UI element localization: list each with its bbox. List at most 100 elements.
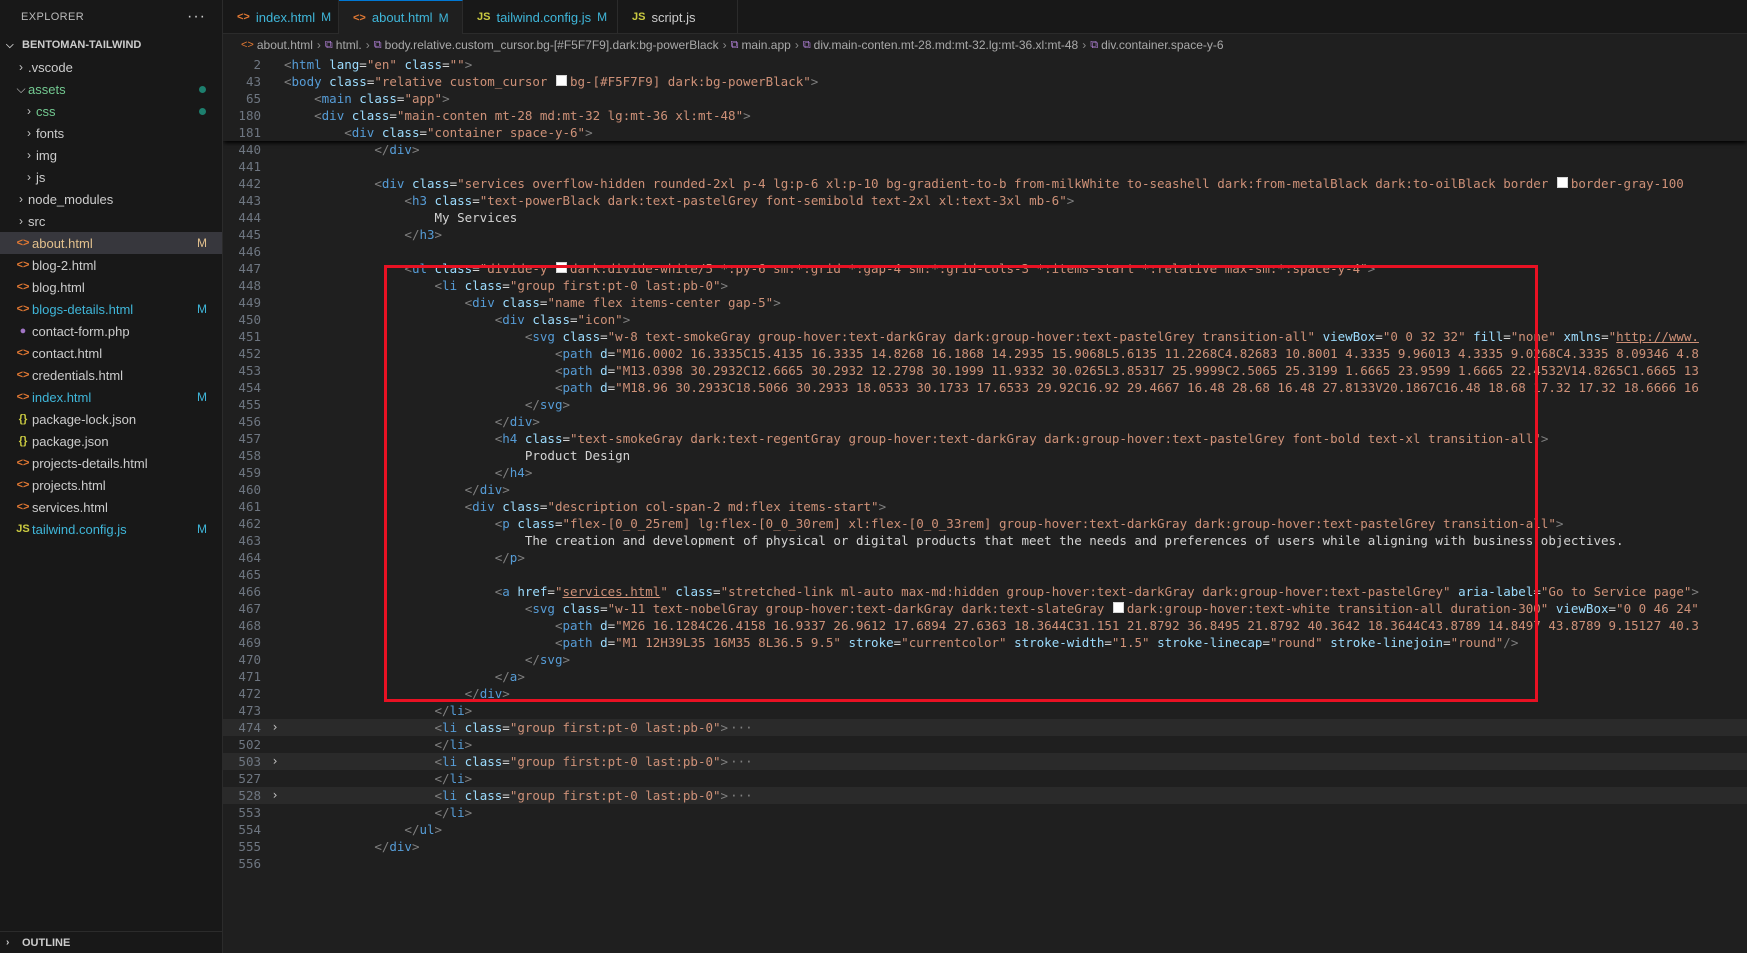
file-tree-item[interactable]: <> credentials.html — [0, 364, 222, 386]
code-line[interactable]: 447 <ul class="divide-y dark:divide-whit… — [223, 260, 1747, 277]
code-line[interactable]: 456 </div> — [223, 413, 1747, 430]
code-line[interactable]: 451 <svg class="w-8 text-smokeGray group… — [223, 328, 1747, 345]
code-line[interactable]: 503 › <li class="group first:pt-0 last:pb… — [223, 753, 1747, 770]
code-line[interactable]: 460 </div> — [223, 481, 1747, 498]
file-tree-item[interactable]: <> services.html — [0, 496, 222, 518]
code-line[interactable]: 472 </div> — [223, 685, 1747, 702]
code-line[interactable]: 553 </li> — [223, 804, 1747, 821]
tab-about-html[interactable]: <> about.html M — [339, 0, 463, 34]
code-line[interactable]: 458 Product Design — [223, 447, 1747, 464]
code-line[interactable]: 502 </li> — [223, 736, 1747, 753]
file-tree-item[interactable]: ⌵ assets — [0, 78, 222, 100]
code-line[interactable]: 455 </svg> — [223, 396, 1747, 413]
file-tree-item[interactable]: <> contact.html — [0, 342, 222, 364]
file-tree-item[interactable]: <> blog.html — [0, 276, 222, 298]
file-tree-item[interactable]: ● contact-form.php — [0, 320, 222, 342]
code-line[interactable]: 444 My Services — [223, 209, 1747, 226]
file-tree-item[interactable]: › fonts — [0, 122, 222, 144]
code-line[interactable]: 2 <html lang="en" class=""> — [223, 56, 1747, 73]
file-tree-item[interactable]: <> projects-details.html — [0, 452, 222, 474]
code-line[interactable]: 527 </li> — [223, 770, 1747, 787]
file-tree-item[interactable]: › css — [0, 100, 222, 122]
code-line[interactable]: 469 <path d="M1 12H39L35 16M35 8L36.5 9.… — [223, 634, 1747, 651]
code-line[interactable]: 554 </ul> — [223, 821, 1747, 838]
code-text: </div> — [464, 482, 510, 497]
code-line[interactable]: 445 </h3> — [223, 226, 1747, 243]
more-actions-icon[interactable]: ··· — [187, 8, 206, 26]
file-tree-item[interactable]: › img — [0, 144, 222, 166]
code-line[interactable]: 449 <div class="name flex items-center g… — [223, 294, 1747, 311]
code-line[interactable]: 457 <h4 class="text-smokeGray dark:text-… — [223, 430, 1747, 447]
file-tree-item[interactable]: {} package.json — [0, 430, 222, 452]
file-tree-item[interactable]: › node_modules — [0, 188, 222, 210]
outline-section[interactable]: › OUTLINE — [0, 931, 222, 953]
breadcrumb-item[interactable]: div.container.space-y-6 — [1101, 38, 1224, 52]
code-line[interactable]: 181 <div class="container space-y-6"> — [223, 124, 1747, 141]
code-line[interactable]: 466 <a href="services.html" class="stret… — [223, 583, 1747, 600]
file-tree-item[interactable]: › src — [0, 210, 222, 232]
code-line[interactable]: 446 — [223, 243, 1747, 260]
fold-chevron-icon[interactable]: › — [268, 753, 282, 770]
code-line[interactable]: 459 </h4> — [223, 464, 1747, 481]
code-line[interactable]: 65 <main class="app"> — [223, 90, 1747, 107]
code-text: <div class="name flex items-center gap-5… — [464, 295, 781, 310]
explorer-sidebar: EXPLORER ··· ⌵ BENTOMAN-TAILWIND › .vscod… — [0, 0, 223, 953]
code-line[interactable]: 473 </li> — [223, 702, 1747, 719]
chevron-down-icon: ⌵ — [16, 81, 26, 96]
file-tree-item-label: projects.html — [32, 477, 106, 493]
code-line[interactable]: 465 — [223, 566, 1747, 583]
code-line[interactable]: 462 <p class="flex-[0_0_25rem] lg:flex-[… — [223, 515, 1747, 532]
code-line[interactable]: 441 — [223, 158, 1747, 175]
code-line[interactable]: 463 The creation and development of phys… — [223, 532, 1747, 549]
code-line[interactable]: 43 <body class="relative custom_cursor bg… — [223, 73, 1747, 90]
file-tree-item[interactable]: <> projects.html — [0, 474, 222, 496]
code-line[interactable]: 464 </p> — [223, 549, 1747, 566]
code-line[interactable]: 180 <div class="main-conten mt-28 md:mt-… — [223, 107, 1747, 124]
html-file-icon: <> — [16, 501, 30, 513]
code-line[interactable]: 454 <path d="M18.96 30.2933C18.5066 30.2… — [223, 379, 1747, 396]
code-line[interactable]: 471 </a> — [223, 668, 1747, 685]
file-tree-item[interactable]: <> blogs-details.html M — [0, 298, 222, 320]
file-tree-item[interactable]: {} package-lock.json — [0, 408, 222, 430]
code-line[interactable]: 555 </div> — [223, 838, 1747, 855]
project-root[interactable]: ⌵ BENTOMAN-TAILWIND — [0, 34, 222, 56]
file-tree-item[interactable]: › js — [0, 166, 222, 188]
breadcrumb-item[interactable]: div.main-conten.mt-28.md:mt-32.lg:mt-36.… — [814, 38, 1079, 52]
code-line[interactable]: 467 <svg class="w-11 text-nobelGray grou… — [223, 600, 1747, 617]
code-line[interactable]: 470 </svg> — [223, 651, 1747, 668]
line-number: 463 — [238, 533, 261, 548]
breadcrumb-item[interactable]: html. — [336, 38, 362, 52]
code-text: </li> — [434, 703, 473, 718]
sticky-scroll-header[interactable]: 2 <html lang="en" class=""> 43 <body class=… — [223, 56, 1747, 141]
code-line[interactable]: 452 <path d="M16.0002 16.3335C15.4135 16… — [223, 345, 1747, 362]
code-line[interactable]: 443 <h3 class="text-powerBlack dark:text… — [223, 192, 1747, 209]
json-file-icon: {} — [18, 435, 28, 447]
breadcrumb-item[interactable]: about.html — [257, 38, 313, 52]
js-file-icon: JS — [477, 11, 491, 23]
code-line[interactable]: 453 <path d="M13.0398 30.2932C12.6665 30… — [223, 362, 1747, 379]
code-line[interactable]: 450 <div class="icon"> — [223, 311, 1747, 328]
fold-chevron-icon[interactable]: › — [268, 719, 282, 736]
breadcrumb-item[interactable]: body.relative.custom_cursor.bg-[#F5F7F9]… — [385, 38, 719, 52]
file-tree-item[interactable]: <> index.html M — [0, 386, 222, 408]
file-tree-item[interactable]: <> blog-2.html — [0, 254, 222, 276]
code-line[interactable]: 468 <path d="M26 16.1284C26.4158 16.9337… — [223, 617, 1747, 634]
fold-chevron-icon[interactable]: › — [268, 787, 282, 804]
code-line[interactable]: 556 — [223, 855, 1747, 872]
tab-tailwind-config-js[interactable]: JS tailwind.config.js M — [463, 0, 618, 34]
code-line[interactable]: 528 › <li class="group first:pt-0 last:pb… — [223, 787, 1747, 804]
file-tree-item[interactable]: JS tailwind.config.js M — [0, 518, 222, 540]
code-line[interactable]: 448 <li class="group first:pt-0 last:pb-… — [223, 277, 1747, 294]
breadcrumb-item[interactable]: main.app — [741, 38, 790, 52]
file-tree-item[interactable]: <> about.html M — [0, 232, 222, 254]
code-text: <a href="services.html" class="stretched… — [494, 584, 1699, 599]
file-tree-item[interactable]: › .vscode — [0, 56, 222, 78]
code-line[interactable]: 440 </div> — [223, 141, 1747, 158]
tab-script-js[interactable]: JS script.js — [618, 0, 738, 34]
code-line[interactable]: 442 <div class="services overflow-hidden… — [223, 175, 1747, 192]
code-line[interactable]: 474 › <li class="group first:pt-0 last:pb… — [223, 719, 1747, 736]
tab-index-html[interactable]: <> index.html M — [223, 0, 339, 34]
code-line[interactable]: 461 <div class="description col-span-2 m… — [223, 498, 1747, 515]
code-editor[interactable]: 2 <html lang="en" class=""> 43 <body class=… — [223, 56, 1747, 953]
line-number: 473 — [238, 703, 261, 718]
